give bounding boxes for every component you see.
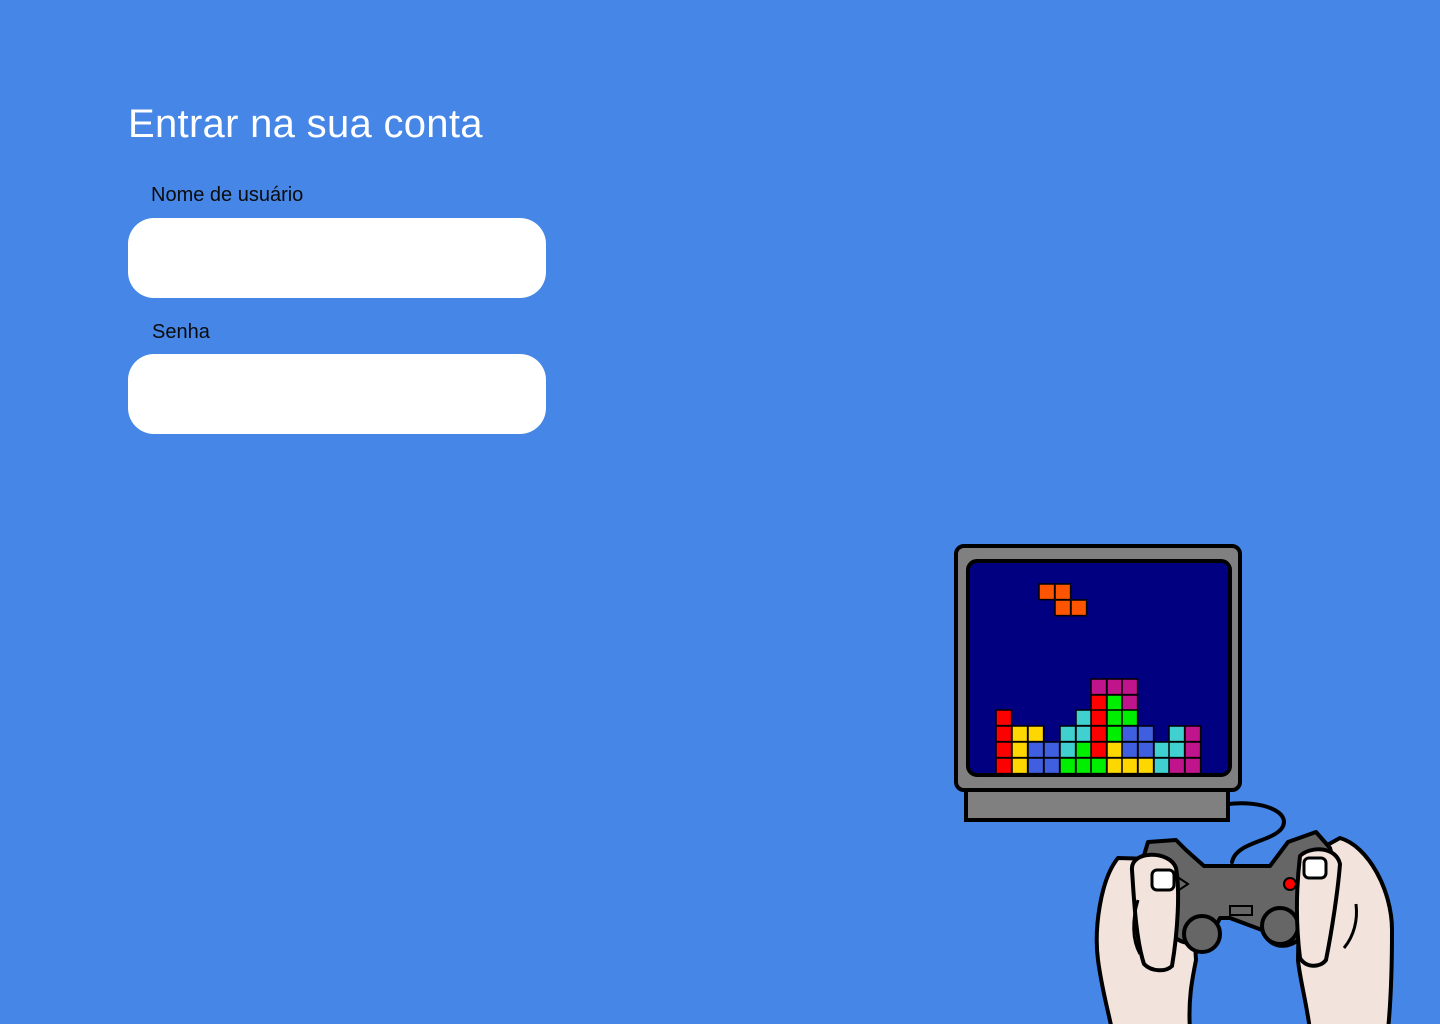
page-title: Entrar na sua conta: [128, 102, 483, 146]
password-label: Senha: [152, 321, 210, 343]
login-page: Entrar na sua conta Nome de usuário Senh…: [0, 0, 1440, 1024]
right-thumbnail: [1302, 856, 1328, 880]
username-input[interactable]: [128, 218, 546, 298]
left-thumbnail: [1150, 868, 1176, 892]
password-input[interactable]: [128, 354, 546, 434]
tetris-tv-gamepad-illustration: [954, 544, 1394, 1024]
cable: [1226, 801, 1286, 864]
username-label: Nome de usuário: [151, 184, 304, 206]
